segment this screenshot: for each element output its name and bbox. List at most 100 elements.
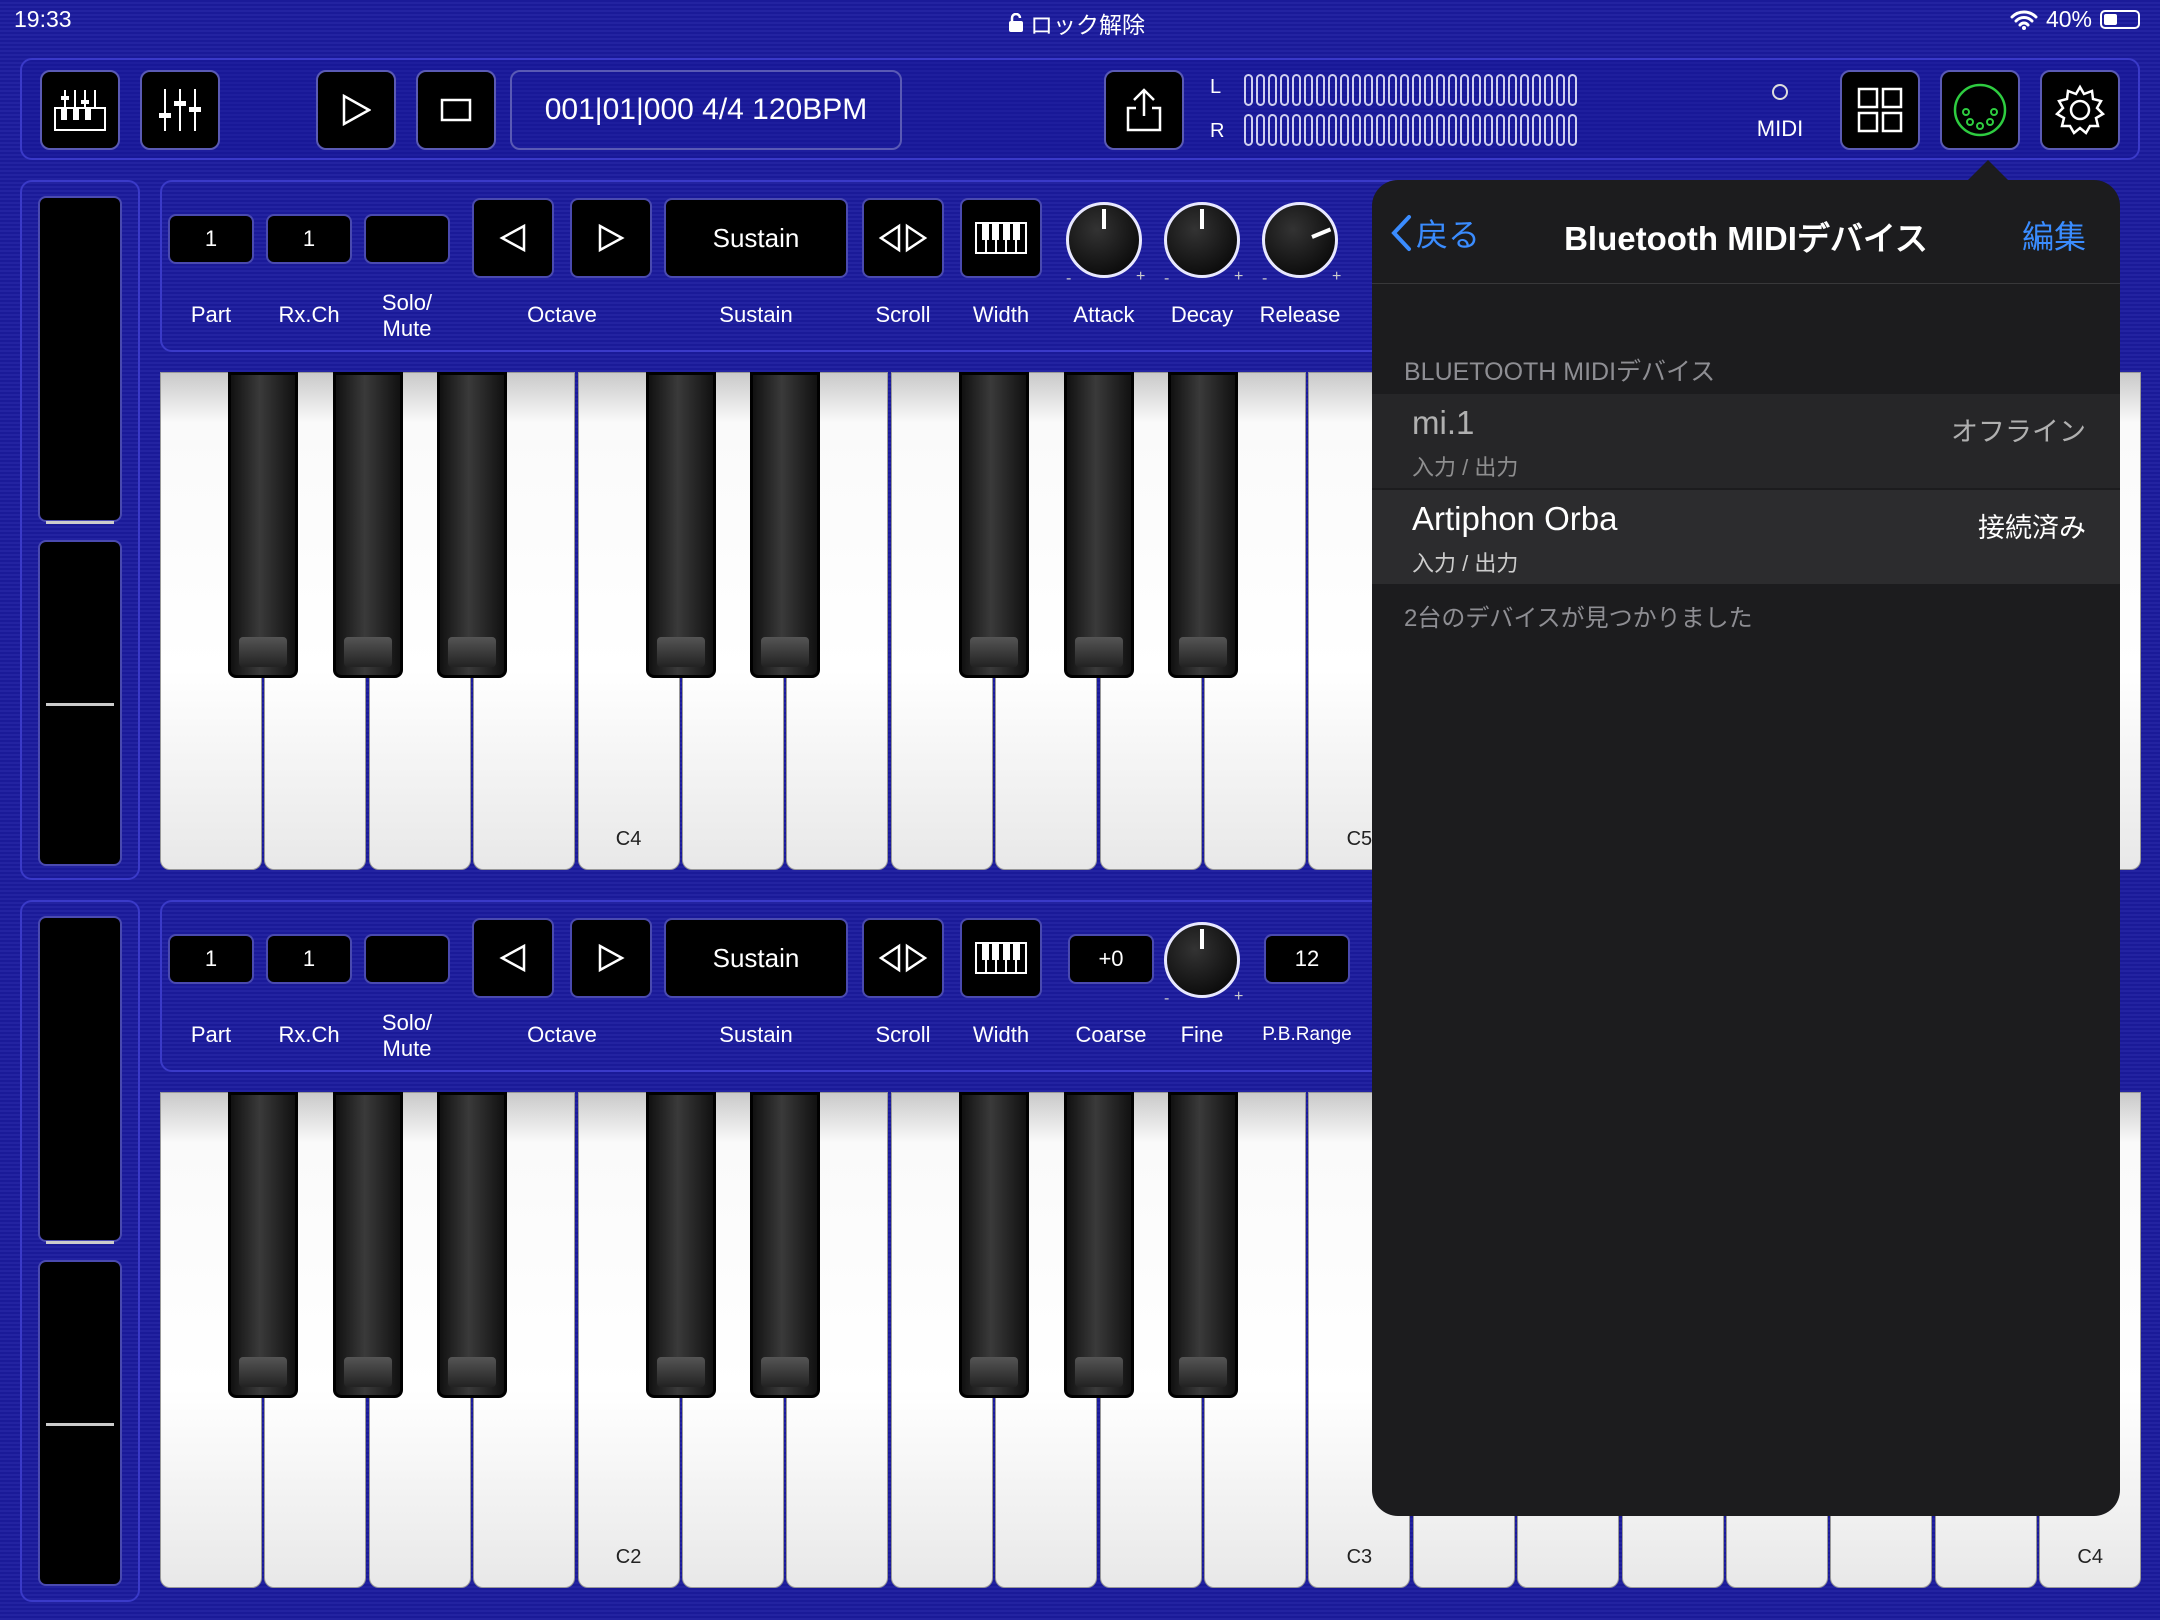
rx-channel-selector[interactable]: 1 <box>266 934 352 984</box>
black-key[interactable] <box>437 1092 508 1398</box>
black-key[interactable] <box>1063 372 1134 678</box>
part1-modulation-slider[interactable] <box>38 540 122 866</box>
attack-knob[interactable] <box>1066 202 1142 278</box>
battery-percent: 40% <box>2045 6 2092 32</box>
fine-tune-knob[interactable] <box>1164 922 1240 998</box>
popover-title: Bluetooth MIDIデバイス <box>1564 220 1928 257</box>
settings-button[interactable] <box>2040 70 2120 150</box>
pitch-bend-range-field[interactable]: 12 <box>1264 934 1350 984</box>
meter-segment <box>1412 74 1421 106</box>
clock: 19:33 <box>14 6 72 32</box>
black-key[interactable] <box>959 1092 1030 1398</box>
key-width-button[interactable] <box>960 198 1042 278</box>
keyboard-view-button[interactable] <box>40 70 120 150</box>
meter-segment <box>1520 74 1529 106</box>
meter-right-label: R <box>1210 120 1225 142</box>
triangle-right-icon <box>598 223 625 253</box>
decay-label: Decay <box>1170 302 1234 327</box>
edit-button[interactable]: 編集 <box>2022 212 2086 258</box>
part1-volume-slider[interactable] <box>38 196 122 524</box>
meter-segment <box>1388 114 1397 146</box>
meter-segment <box>1568 74 1577 106</box>
midi-indicator: MIDI <box>1752 84 1808 142</box>
scroll-arrows-icon <box>878 943 928 973</box>
fine-label: Fine <box>1180 1022 1224 1047</box>
width-label: Width <box>972 1022 1030 1047</box>
part-selector[interactable]: 1 <box>168 934 254 984</box>
play-icon <box>342 94 371 126</box>
decay-knob[interactable] <box>1164 202 1240 278</box>
meter-left-label: L <box>1210 76 1222 98</box>
stop-button[interactable] <box>416 70 496 150</box>
rx-channel-selector[interactable]: 1 <box>266 214 352 264</box>
octave-up-button[interactable] <box>570 918 652 998</box>
meter-segment <box>1316 114 1325 146</box>
black-key[interactable] <box>1168 1092 1238 1398</box>
black-key[interactable] <box>646 1092 716 1398</box>
black-key[interactable] <box>332 372 403 678</box>
scroll-button[interactable] <box>862 198 944 278</box>
part-selector[interactable]: 1 <box>168 214 254 264</box>
midi-activity-light <box>1772 84 1788 100</box>
key-width-button[interactable] <box>960 918 1042 998</box>
meter-segment <box>1268 114 1277 146</box>
mixer-button[interactable] <box>140 70 220 150</box>
meter-segment <box>1556 114 1565 146</box>
meter-segment <box>1448 114 1457 146</box>
scroll-arrows-icon <box>878 223 928 253</box>
meter-segment <box>1424 114 1433 146</box>
share-button[interactable] <box>1104 70 1184 150</box>
release-plus: + <box>1332 268 1342 285</box>
black-key[interactable] <box>750 372 821 678</box>
note-label: C2 <box>615 1546 642 1568</box>
song-position-display: 001|01|000 4/4 120BPM <box>510 70 902 150</box>
black-key[interactable] <box>332 1092 403 1398</box>
black-key[interactable] <box>228 1092 299 1398</box>
bluetooth-midi-button[interactable] <box>1940 70 2020 150</box>
meter-segment <box>1328 74 1337 106</box>
octave-down-button[interactable] <box>472 198 554 278</box>
black-key[interactable] <box>646 372 716 678</box>
layout-button[interactable] <box>1840 70 1920 150</box>
sustain-button[interactable]: Sustain <box>664 918 848 998</box>
solo-mute-button[interactable] <box>364 214 450 264</box>
release-label: Release <box>1259 302 1341 327</box>
faders-icon <box>159 89 201 131</box>
meter-segment <box>1568 114 1577 146</box>
part1-control-strip: 1 1 Sustain - + - + - + Part Rx.Ch Solo/ Mu… <box>160 180 1560 352</box>
black-key[interactable] <box>750 1092 821 1398</box>
octave-up-button[interactable] <box>570 198 652 278</box>
rxch-label: Rx.Ch <box>278 302 340 327</box>
black-key[interactable] <box>959 372 1030 678</box>
part2-modulation-slider[interactable] <box>38 1260 122 1586</box>
scroll-button[interactable] <box>862 918 944 998</box>
black-key[interactable] <box>228 372 299 678</box>
meter-segment <box>1292 114 1301 146</box>
devices-found-note: 2台のデバイスが見つかりました <box>1404 605 1753 632</box>
lock-icon <box>1009 13 1023 32</box>
coarse-tune-field[interactable]: +0 <box>1068 934 1154 984</box>
triangle-left-icon <box>499 223 526 253</box>
black-key[interactable] <box>1168 372 1238 678</box>
sustain-button[interactable]: Sustain <box>664 198 848 278</box>
black-key[interactable] <box>437 372 508 678</box>
meter-segment <box>1544 74 1553 106</box>
status-bar: 19:33 ロック解除 40% <box>0 0 2160 40</box>
meter-segment <box>1256 114 1265 146</box>
meter-segment <box>1496 74 1505 106</box>
meter-segment <box>1280 74 1289 106</box>
meter-segment <box>1328 114 1337 146</box>
part2-volume-slider[interactable] <box>38 916 122 1244</box>
device-status: 接続済み <box>1978 513 2086 543</box>
device-row[interactable]: mi.1 入力 / 出力 オフライン <box>1372 394 2120 488</box>
octave-down-button[interactable] <box>472 918 554 998</box>
release-knob[interactable] <box>1262 202 1338 278</box>
octave-label: Octave <box>527 302 597 327</box>
play-button[interactable] <box>316 70 396 150</box>
black-key[interactable] <box>1063 1092 1134 1398</box>
device-row[interactable]: Artiphon Orba 入力 / 出力 接続済み <box>1372 490 2120 584</box>
meter-segment <box>1304 114 1313 146</box>
solo-mute-button[interactable] <box>364 934 450 984</box>
meter-segment <box>1472 74 1481 106</box>
midi-label: MIDI <box>1756 116 1804 141</box>
